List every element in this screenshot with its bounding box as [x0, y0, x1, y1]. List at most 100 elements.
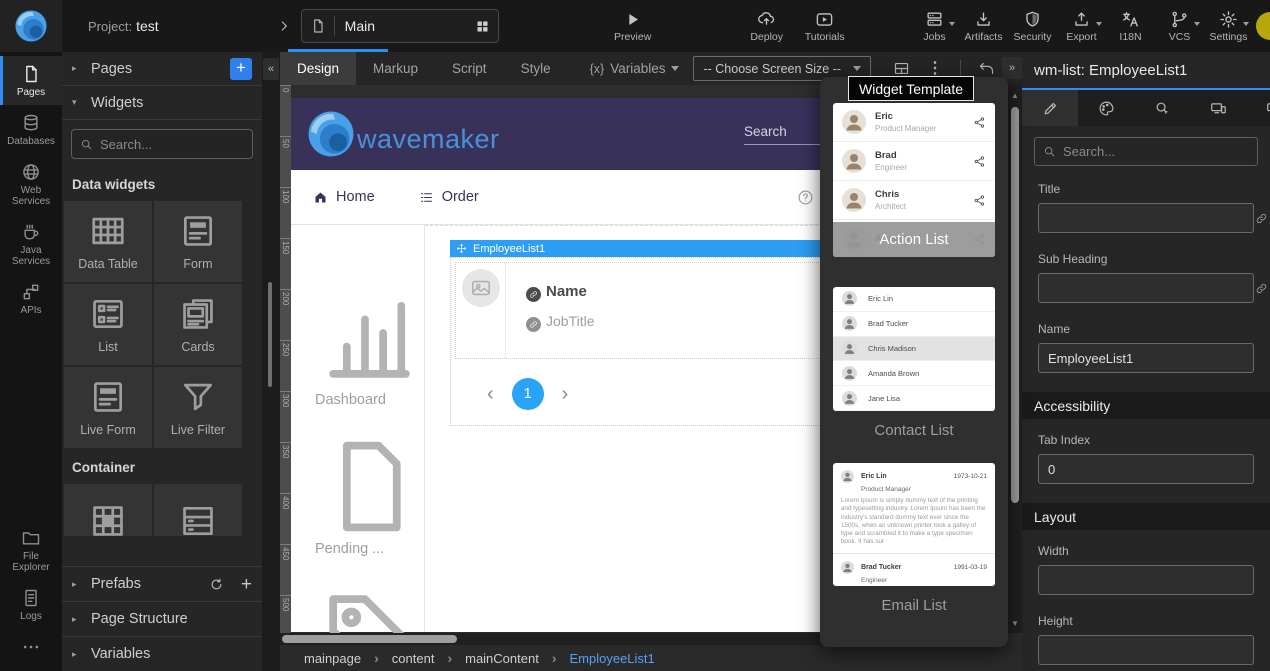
refresh-icon[interactable] — [209, 577, 224, 592]
vertical-scroll-thumb[interactable] — [1011, 107, 1019, 503]
topbar-tool-button[interactable]: Security — [1011, 10, 1054, 43]
topbar-tool-button[interactable]: Artifacts — [962, 10, 1005, 43]
width-input[interactable] — [1038, 565, 1254, 595]
avatar — [841, 470, 854, 483]
layout-grid-icon — [89, 502, 127, 536]
project-chevron-icon[interactable] — [277, 19, 291, 33]
scroll-down-icon[interactable]: ▼ — [1008, 619, 1022, 628]
template-contact-list[interactable]: Eric Lin Brad Tucker Chris Madison Amand… — [833, 287, 995, 411]
page-tab-main[interactable]: Main — [301, 9, 499, 43]
rail-item[interactable]: Logs — [0, 580, 62, 629]
subheading-input[interactable] — [1038, 273, 1254, 303]
list-item-image-cell[interactable] — [456, 263, 506, 358]
caret-right-icon: ▸ — [72, 614, 82, 625]
tab-more[interactable] — [1246, 90, 1270, 126]
email-list-row: Brad Tucker 1991-03-19 Engineer Lorem Ip… — [833, 554, 995, 586]
widget-tile[interactable]: List — [64, 284, 152, 365]
topbar-action-button[interactable]: Tutorials — [803, 10, 847, 43]
widget-tile[interactable]: Form — [154, 201, 242, 282]
widgets-section-header[interactable]: ▾ Widgets — [62, 86, 262, 120]
template-email-list[interactable]: Eric Lin 1973-10-21 Product Manager Lore… — [833, 463, 995, 586]
grid-view-icon[interactable] — [475, 19, 490, 34]
order-icon — [419, 190, 434, 205]
toolbar-divider — [960, 60, 961, 78]
widget-template-icon[interactable] — [893, 60, 910, 77]
widget-tile[interactable] — [64, 484, 152, 536]
rail-item[interactable] — [0, 629, 62, 667]
app-nav-item[interactable]: Order — [419, 189, 479, 205]
rail-item[interactable]: APIs — [0, 274, 62, 323]
widget-search-input[interactable] — [100, 137, 244, 152]
next-page-icon[interactable]: › — [562, 383, 569, 406]
widget-tile[interactable]: Cards — [154, 284, 242, 365]
breadcrumb-item[interactable]: content › — [392, 650, 452, 666]
canvas-tab[interactable]: Script — [435, 52, 504, 85]
widget-tile[interactable]: Live Form — [64, 367, 152, 448]
help-icon[interactable] — [797, 189, 814, 206]
breadcrumb-item[interactable]: mainpage › — [304, 650, 379, 666]
tabindex-input[interactable] — [1038, 454, 1254, 484]
contact-list-rows: Eric Lin Brad Tucker Chris Madison Amand… — [833, 287, 995, 411]
app-menu-item[interactable]: Dashboard — [291, 283, 424, 432]
template-label-overlay: Action List — [833, 222, 995, 257]
user-avatar[interactable] — [1256, 12, 1270, 40]
topbar-tool-button[interactable]: VCS — [1158, 10, 1201, 43]
canvas-tab[interactable]: Style — [504, 52, 568, 85]
tab-events[interactable] — [1134, 90, 1190, 126]
widget-tile[interactable]: Data Table — [64, 201, 152, 282]
topbar-action-button[interactable]: Deploy — [745, 10, 789, 43]
rail-item[interactable]: Java Services — [0, 214, 62, 274]
left-panel-scrollbar[interactable] — [268, 282, 272, 387]
breadcrumb-item[interactable]: EmployeeList1 › — [570, 651, 655, 666]
previous-page-icon[interactable]: ‹ — [487, 383, 494, 406]
rail-item[interactable]: Pages — [0, 56, 62, 105]
height-input[interactable] — [1038, 635, 1254, 665]
tab-devices[interactable] — [1190, 90, 1246, 126]
properties-search-input[interactable] — [1063, 144, 1249, 159]
template-action-list[interactable]: Eric Product Manager Brad Engineer — [833, 103, 995, 257]
variables-tab[interactable]: {x} Variables — [590, 61, 680, 76]
panel-section-header[interactable]: ▸ Page Structure — [62, 601, 262, 636]
rail-item[interactable]: Web Services — [0, 154, 62, 214]
topbar-tool-button[interactable]: Export — [1060, 10, 1103, 43]
title-input[interactable] — [1038, 203, 1254, 233]
undo-icon[interactable] — [978, 60, 995, 77]
topbar-tool-button[interactable]: Settings — [1207, 10, 1250, 43]
more-options-icon[interactable]: ⋮ — [927, 60, 943, 77]
rail-item[interactable]: Databases — [0, 105, 62, 154]
pages-section-header[interactable]: ▸ Pages + — [62, 52, 262, 86]
topbar-tool-button[interactable]: Jobs — [913, 10, 956, 43]
more-icon — [21, 637, 41, 657]
width-field: Width — [1038, 544, 1254, 595]
canvas-tab[interactable]: Design — [280, 52, 356, 85]
widget-tile[interactable]: Live Filter — [154, 367, 242, 448]
canvas-tab[interactable]: Markup — [356, 52, 435, 85]
move-icon[interactable] — [456, 243, 467, 254]
add-prefab-button[interactable]: + — [241, 577, 252, 592]
canvas-vertical-scrollbar[interactable]: ▲ ▼ — [1008, 85, 1022, 633]
app-nav-item[interactable]: Home — [313, 189, 375, 205]
tab-properties[interactable] — [1022, 90, 1078, 126]
bound-field-jobtitle[interactable]: JobTitle — [526, 313, 595, 332]
panel-section-header[interactable]: ▸ Prefabs + — [62, 566, 262, 601]
breadcrumb-item[interactable]: mainContent › — [465, 650, 556, 666]
panel-section-header[interactable]: ▸ Variables — [62, 636, 262, 671]
topbar-action-button[interactable]: Preview — [611, 10, 655, 43]
rail-item[interactable]: File Explorer — [0, 520, 62, 580]
topbar-tool-button[interactable]: I18N — [1109, 10, 1152, 43]
add-page-button[interactable]: + — [230, 58, 252, 80]
app-menu-item[interactable]: Pending ... — [291, 432, 424, 581]
wavemaker-logo[interactable] — [0, 0, 62, 52]
scroll-up-icon[interactable]: ▲ — [1008, 91, 1022, 100]
wavemaker-app-logo-icon — [305, 108, 357, 160]
expand-right-panel-button[interactable]: » — [1002, 57, 1022, 79]
bind-property-icon[interactable] — [1255, 212, 1268, 225]
bound-field-name[interactable]: Name — [526, 283, 595, 302]
tab-styles[interactable] — [1078, 90, 1134, 126]
horizontal-scroll-thumb[interactable] — [282, 635, 457, 643]
current-page-button[interactable]: 1 — [512, 378, 544, 410]
bind-property-icon[interactable] — [1255, 282, 1268, 295]
widget-tile[interactable] — [154, 484, 242, 536]
name-input[interactable] — [1038, 343, 1254, 373]
collapse-left-panel-button[interactable]: « — [263, 58, 279, 80]
